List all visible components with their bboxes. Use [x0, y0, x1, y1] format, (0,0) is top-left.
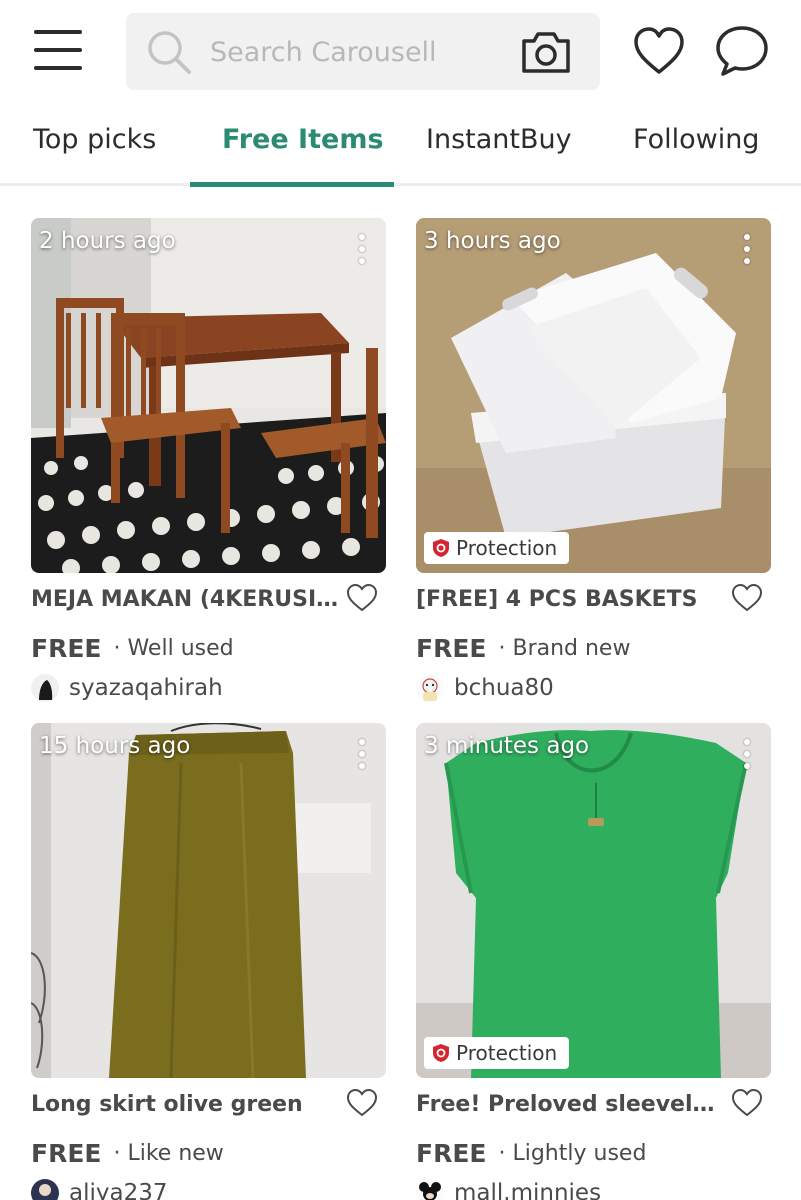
tab-top-picks[interactable]: Top picks [33, 124, 156, 155]
category-tabs: Top picks Free Items InstantBuy Followin… [0, 102, 801, 187]
listing-price: FREE [416, 1138, 487, 1168]
likes-heart-icon[interactable] [632, 26, 686, 76]
listing-title[interactable]: [FREE] 4 PCS BASKETS [416, 587, 726, 612]
baskets-photo [416, 218, 771, 573]
listing-title[interactable]: MEJA MAKAN (4KERUSI... [31, 587, 341, 612]
listing-time: 3 minutes ago [424, 733, 590, 759]
avatar [416, 674, 444, 702]
listing-photo[interactable]: 2 hours ago [31, 218, 386, 573]
listing-card[interactable]: 3 hours ago Protection [FREE] 4 PCS BASK… [416, 218, 771, 707]
listing-title[interactable]: Free! Preloved sleeveles... [416, 1092, 726, 1117]
search-bar[interactable] [126, 13, 600, 90]
green-top-photo [416, 723, 771, 1078]
hamburger-menu-button[interactable] [34, 30, 84, 72]
listing-price: FREE [416, 633, 487, 663]
camera-icon[interactable] [520, 29, 572, 75]
more-vertical-icon[interactable] [743, 739, 751, 771]
tab-following[interactable]: Following [633, 124, 759, 155]
listing-card[interactable]: 2 hours ago MEJA MAKAN (4KERUSI... FREE … [31, 218, 386, 707]
tab-free-items[interactable]: Free Items [222, 124, 384, 155]
shield-icon [433, 1044, 449, 1062]
tab-instantbuy[interactable]: InstantBuy [426, 124, 572, 155]
seller-username: aliya237 [69, 1180, 168, 1200]
listing-photo[interactable]: 15 hours ago [31, 723, 386, 1078]
more-vertical-icon[interactable] [358, 234, 366, 266]
seller-info[interactable]: bchua80 [416, 669, 771, 707]
search-icon [148, 31, 191, 74]
chat-bubble-icon[interactable] [714, 24, 770, 78]
listing-card[interactable]: 3 minutes ago Protection Free! Preloved … [416, 723, 771, 1200]
active-tab-indicator [190, 182, 394, 187]
listing-condition: · Well used [113, 635, 234, 661]
protection-label: Protection [456, 536, 558, 560]
heart-icon[interactable] [346, 583, 378, 613]
listing-time: 3 hours ago [424, 228, 561, 254]
listing-condition: · Like new [113, 1140, 224, 1166]
seller-info[interactable]: syazaqahirah [31, 669, 386, 707]
hamburger-icon-line [34, 30, 82, 34]
search-input[interactable] [210, 31, 500, 73]
seller-info[interactable]: mall.minnies [416, 1174, 771, 1200]
more-vertical-icon[interactable] [743, 234, 751, 266]
heart-icon[interactable] [731, 583, 763, 613]
avatar [31, 1179, 59, 1200]
top-bar [0, 0, 801, 102]
dining-table-photo [31, 218, 386, 573]
listing-condition: · Brand new [498, 635, 631, 661]
listing-time: 2 hours ago [39, 228, 176, 254]
heart-icon[interactable] [346, 1088, 378, 1118]
listing-time: 15 hours ago [39, 733, 191, 759]
seller-info[interactable]: aliya237 [31, 1174, 386, 1200]
listing-photo[interactable]: 3 hours ago Protection [416, 218, 771, 573]
listing-title[interactable]: Long skirt olive green [31, 1092, 341, 1117]
seller-username: mall.minnies [454, 1180, 602, 1200]
listing-condition: · Lightly used [498, 1140, 647, 1166]
hamburger-icon-line [34, 66, 82, 70]
seller-username: syazaqahirah [69, 675, 223, 701]
olive-skirt-photo [31, 723, 386, 1078]
seller-username: bchua80 [454, 675, 554, 701]
avatar [31, 674, 59, 702]
shield-icon [433, 539, 449, 557]
listing-card[interactable]: 15 hours ago Long skirt olive green FREE… [31, 723, 386, 1200]
hamburger-icon-line [34, 48, 82, 52]
heart-icon[interactable] [731, 1088, 763, 1118]
listing-price: FREE [31, 1138, 102, 1168]
listing-price: FREE [31, 633, 102, 663]
protection-badge: Protection [424, 1037, 570, 1069]
protection-badge: Protection [424, 532, 570, 564]
avatar [416, 1179, 444, 1200]
more-vertical-icon[interactable] [358, 739, 366, 771]
protection-label: Protection [456, 1041, 558, 1065]
listing-photo[interactable]: 3 minutes ago Protection [416, 723, 771, 1078]
